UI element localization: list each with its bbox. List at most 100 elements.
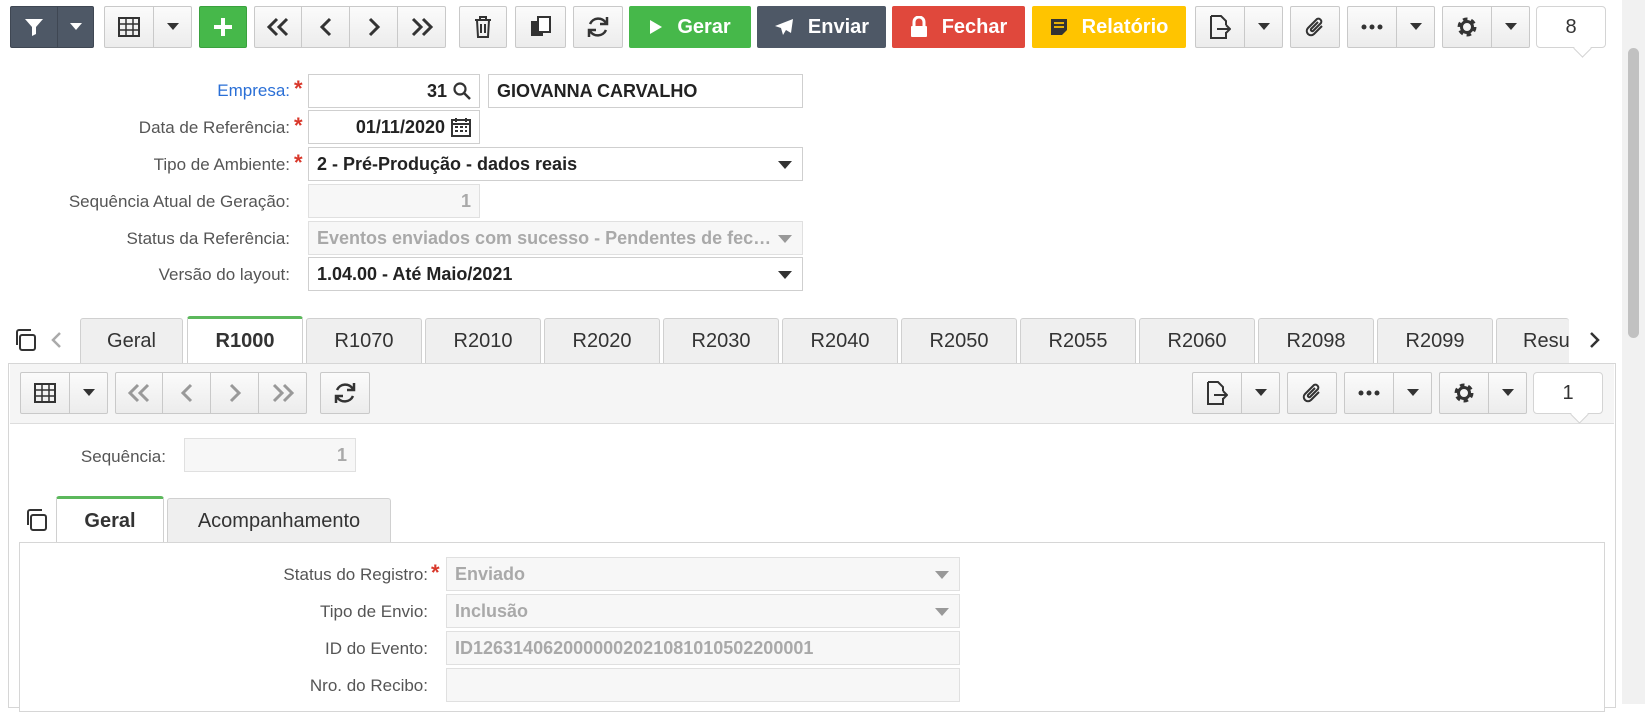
- tab-r2010[interactable]: R2010: [425, 318, 541, 364]
- tab-r2020[interactable]: R2020: [544, 318, 660, 364]
- generate-button[interactable]: Gerar: [629, 6, 751, 48]
- detail-refresh-button[interactable]: [320, 372, 370, 414]
- chevron-left-icon: [319, 17, 331, 37]
- send-type-value: Inclusão: [455, 600, 529, 621]
- subtab-acompanhamento[interactable]: Acompanhamento: [167, 498, 391, 544]
- more-options-button[interactable]: [1347, 6, 1397, 48]
- attachment-button[interactable]: [1290, 6, 1340, 48]
- plus-icon: [214, 18, 232, 36]
- event-id-field: ID1263140620000002021081010502200001: [446, 631, 960, 665]
- tab-r1070[interactable]: R1070: [306, 318, 422, 364]
- scroll-tabs-right-icon[interactable]: [1589, 331, 1601, 349]
- file-export-icon: [1207, 381, 1228, 405]
- copy-subtab-icon[interactable]: [25, 508, 49, 532]
- detail-first-record-button[interactable]: [115, 372, 163, 414]
- main-toolbar: Gerar Enviar Fechar Relatório 8: [0, 0, 1645, 54]
- detail-next-record-button[interactable]: [211, 372, 259, 414]
- detail-attachment-button[interactable]: [1287, 372, 1337, 414]
- filter-dropdown-button[interactable]: [58, 6, 94, 48]
- tab-r2060[interactable]: R2060: [1139, 318, 1255, 364]
- first-record-button[interactable]: [254, 6, 302, 48]
- tab-geral[interactable]: Geral: [80, 318, 183, 364]
- tab-r2099[interactable]: R2099: [1377, 318, 1493, 364]
- page-scrollbar[interactable]: [1622, 0, 1645, 704]
- tab-resumo[interactable]: Resu: [1496, 318, 1569, 364]
- grid-dropdown-button[interactable]: [154, 6, 192, 48]
- calendar-icon[interactable]: [451, 117, 471, 137]
- company-label[interactable]: Empresa:: [0, 81, 290, 101]
- record-status-value: Enviado: [455, 563, 526, 584]
- settings-button-group: [1442, 6, 1530, 48]
- reference-date-label: Data de Referência:: [138, 118, 290, 137]
- report-button[interactable]: Relatório: [1032, 6, 1186, 48]
- export-dropdown-button[interactable]: [1245, 6, 1283, 48]
- reference-date-field[interactable]: 01/11/2020: [308, 110, 480, 144]
- detail-export-button-group: [1192, 372, 1280, 414]
- ellipsis-icon: [1361, 24, 1383, 30]
- chevron-down-icon: [935, 571, 949, 579]
- layout-version-select[interactable]: 1.04.00 - Até Maio/2021: [308, 257, 803, 291]
- copy-button[interactable]: [515, 6, 566, 48]
- note-icon: [1050, 19, 1067, 35]
- more-dropdown-button[interactable]: [1397, 6, 1435, 48]
- sequence-label: Sequência:: [80, 447, 166, 466]
- generation-sequence-field: 1: [308, 184, 480, 218]
- reference-status-select: Eventos enviados com sucesso - Pendentes…: [308, 221, 803, 255]
- chevron-down-icon: [1409, 23, 1422, 30]
- settings-button[interactable]: [1442, 6, 1492, 48]
- refresh-icon: [587, 17, 609, 37]
- tab-r2055[interactable]: R2055: [1020, 318, 1136, 364]
- grid-view-button[interactable]: [104, 6, 154, 48]
- search-icon[interactable]: [453, 82, 471, 100]
- tab-r2098[interactable]: R2098: [1258, 318, 1374, 364]
- settings-dropdown-button[interactable]: [1492, 6, 1530, 48]
- tab-r1000[interactable]: R1000: [187, 316, 303, 364]
- gear-icon: [1457, 17, 1477, 37]
- detail-settings-button-group: [1439, 372, 1527, 414]
- record-status-label: Status do Registro:: [283, 565, 428, 584]
- last-record-button[interactable]: [398, 6, 446, 48]
- add-button[interactable]: [199, 6, 247, 48]
- subtab-geral[interactable]: Geral: [56, 496, 164, 544]
- detail-grid-view-button[interactable]: [20, 372, 70, 414]
- close-period-button[interactable]: Fechar: [892, 6, 1025, 48]
- detail-export-button[interactable]: [1192, 372, 1242, 414]
- scroll-tabs-left-icon[interactable]: [50, 331, 62, 349]
- next-record-button[interactable]: [350, 6, 398, 48]
- detail-grid-dropdown-button[interactable]: [70, 372, 108, 414]
- record-status-select: Enviado: [446, 557, 960, 591]
- chevron-down-icon: [778, 235, 792, 243]
- detail-previous-record-button[interactable]: [163, 372, 211, 414]
- refresh-button[interactable]: [573, 6, 623, 48]
- chevron-down-icon: [778, 161, 792, 169]
- tab-r2030[interactable]: R2030: [663, 318, 779, 364]
- copy-tab-icon[interactable]: [14, 328, 38, 352]
- copy-icon: [530, 16, 551, 36]
- detail-settings-dropdown-button[interactable]: [1489, 372, 1527, 414]
- layout-version-value: 1.04.00 - Até Maio/2021: [317, 263, 513, 284]
- tab-r2050[interactable]: R2050: [901, 318, 1017, 364]
- tab-r2040[interactable]: R2040: [782, 318, 898, 364]
- send-button[interactable]: Enviar: [757, 6, 886, 48]
- company-code-field[interactable]: 31: [308, 74, 480, 108]
- table-icon: [118, 17, 140, 37]
- company-name-field: GIOVANNA CARVALHO: [488, 74, 803, 108]
- gear-icon: [1454, 383, 1474, 403]
- filter-button[interactable]: [10, 6, 58, 48]
- paperclip-icon: [1305, 17, 1323, 37]
- delete-button[interactable]: [459, 6, 507, 48]
- environment-type-select[interactable]: 2 - Pré-Produção - dados reais: [308, 147, 803, 181]
- detail-more-options-button[interactable]: [1344, 372, 1394, 414]
- table-icon: [34, 383, 56, 403]
- previous-record-button[interactable]: [302, 6, 350, 48]
- subtab-geral-panel: Status do Registro: * Enviado Tipo de En…: [19, 542, 1605, 712]
- paperclip-icon: [1302, 383, 1320, 403]
- detail-export-dropdown-button[interactable]: [1242, 372, 1280, 414]
- generate-button-label: Gerar: [677, 15, 731, 38]
- chevron-down-icon: [1501, 389, 1514, 396]
- detail-more-dropdown-button[interactable]: [1394, 372, 1432, 414]
- scrollbar-thumb[interactable]: [1628, 48, 1639, 338]
- detail-settings-button[interactable]: [1439, 372, 1489, 414]
- export-button[interactable]: [1195, 6, 1245, 48]
- detail-last-record-button[interactable]: [259, 372, 307, 414]
